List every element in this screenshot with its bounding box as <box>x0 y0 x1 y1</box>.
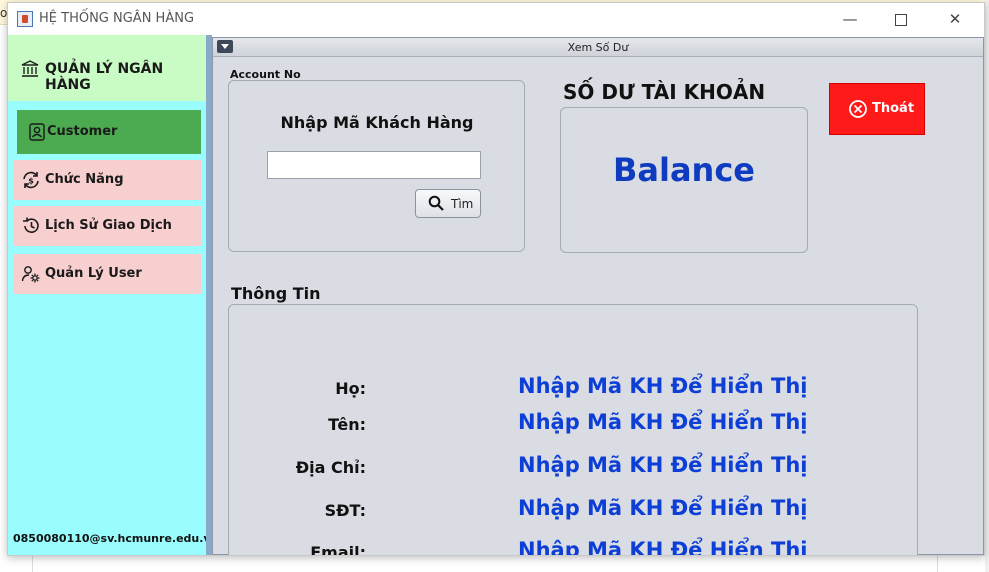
internal-frame-title-bar[interactable]: Xem Số Dư <box>213 38 983 57</box>
account-heading: Nhập Mã Khách Hàng <box>280 113 474 132</box>
balance-value: Balance <box>613 151 755 189</box>
info-label: Email: <box>310 543 366 556</box>
user-email: 0850080110@sv.hcmunre.edu.vn <box>13 532 219 545</box>
info-heading: Thông Tin <box>231 284 321 303</box>
customer-badge-icon <box>29 123 45 141</box>
sidebar-item-label: Quản Lý User <box>45 266 142 281</box>
info-row-dia-chi: Địa Chỉ: Nhập Mã KH Để Hiển Thị <box>213 453 913 483</box>
close-circle-icon <box>849 100 867 118</box>
balance-heading: SỐ DƯ TÀI KHOẢN <box>563 80 766 104</box>
balance-panel: Balance <box>560 107 808 253</box>
internal-frame-title: Xem Số Dư <box>567 41 629 54</box>
window-title: HỆ THỐNG NGÂN HÀNG <box>39 11 195 26</box>
java-app-icon <box>17 11 33 27</box>
svg-text:$: $ <box>28 177 34 186</box>
info-label: Họ: <box>335 379 366 398</box>
close-button[interactable]: ✕ <box>935 7 975 31</box>
info-value: Nhập Mã KH Để Hiển Thị <box>518 496 808 520</box>
title-bar[interactable]: HỆ THỐNG NGÂN HÀNG — ✕ <box>8 3 984 35</box>
app-window: HỆ THỐNG NGÂN HÀNG — ✕ QUẢN LÝ NGÂN HÀNG… <box>7 2 985 556</box>
info-label: Địa Chỉ: <box>295 458 366 477</box>
customer-id-input[interactable] <box>267 151 481 179</box>
search-button-label: Tìm <box>451 197 474 211</box>
info-row-ho: Họ: Nhập Mã KH Để Hiển Thị <box>213 374 913 404</box>
exit-button-label: Thoát <box>872 101 915 116</box>
sidebar-item-label: Chức Năng <box>45 172 124 187</box>
info-value: Nhập Mã KH Để Hiển Thị <box>518 538 808 556</box>
info-value: Nhập Mã KH Để Hiển Thị <box>518 410 808 434</box>
sidebar-brand: QUẢN LÝ NGÂN HÀNG <box>8 35 206 101</box>
info-label: Tên: <box>328 415 366 434</box>
sidebar-item-lich-su-giao-dich[interactable]: Lịch Sử Giao Dịch <box>13 206 201 246</box>
info-label: SĐT: <box>324 501 366 520</box>
info-value: Nhập Mã KH Để Hiển Thị <box>518 453 808 477</box>
background-panel <box>985 0 989 572</box>
sidebar-item-chuc-nang[interactable]: $ Chức Năng <box>13 160 201 200</box>
history-icon <box>23 217 39 233</box>
sidebar-item-label: Lịch Sử Giao Dịch <box>45 218 172 233</box>
sidebar: QUẢN LÝ NGÂN HÀNG Customer $ Chức Năng L… <box>8 35 218 555</box>
account-panel: Nhập Mã Khách Hàng Tìm <box>228 80 525 252</box>
search-button[interactable]: Tìm <box>415 189 481 218</box>
user-gear-icon <box>21 266 40 283</box>
info-row-sdt: SĐT: Nhập Mã KH Để Hiển Thị <box>213 496 913 526</box>
exit-button[interactable]: Thoát <box>829 83 925 135</box>
maximize-button[interactable] <box>881 7 921 31</box>
info-row-email: Email: Nhập Mã KH Để Hiển Thị <box>213 538 913 556</box>
info-row-ten: Tên: Nhập Mã KH Để Hiển Thị <box>213 410 913 440</box>
brand-title: QUẢN LÝ NGÂN HÀNG <box>45 61 164 93</box>
sidebar-item-quan-ly-user[interactable]: Quản Lý User <box>13 254 201 294</box>
info-value: Nhập Mã KH Để Hiển Thị <box>518 374 808 398</box>
maximize-icon <box>895 13 907 26</box>
sidebar-item-customer[interactable]: Customer <box>17 110 201 154</box>
sidebar-item-label: Customer <box>47 124 118 139</box>
search-icon <box>428 195 444 211</box>
internal-frame: Xem Số Dư Account No Nhập Mã Khách Hàng … <box>212 37 984 555</box>
exchange-icon: $ <box>23 171 39 189</box>
minimize-button[interactable]: — <box>830 7 870 31</box>
bank-icon <box>21 60 39 77</box>
